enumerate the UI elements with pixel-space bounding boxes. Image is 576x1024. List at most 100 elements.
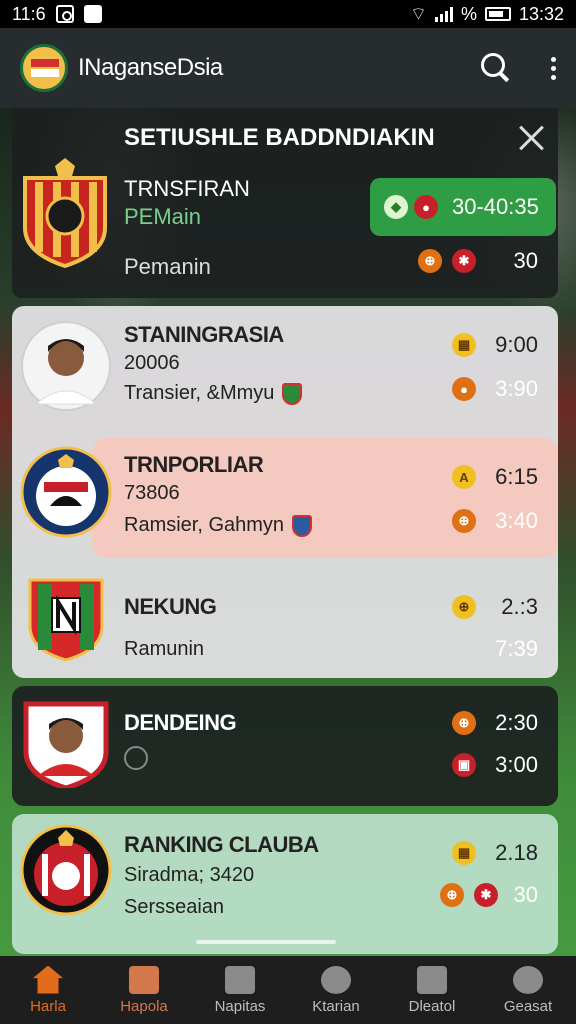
list-item-title: STANINGRASIA: [124, 322, 284, 347]
match-time-1: ⊕ 2.:3: [452, 594, 538, 620]
status-time-left: 11:6: [12, 3, 46, 24]
news-icon: [225, 965, 255, 994]
competition-icon: ⊕: [452, 595, 476, 619]
list-item[interactable]: DENDEING ⊕ 2:30 ▣ 3:00: [12, 686, 558, 806]
list-item-sub2: Transier, &Mmyu: [124, 382, 303, 405]
list-item-sub2-text: Transier, &Mmyu: [124, 382, 275, 404]
list-item-title: DENDEING: [124, 710, 237, 735]
app-bar: INaganseDsia: [0, 28, 576, 108]
team-icon: ⊕: [418, 249, 442, 273]
wifi-icon: ⌔: [410, 3, 427, 24]
nav-label: Geasat: [503, 997, 553, 1015]
status-time-right: 13:32: [518, 3, 564, 24]
featured-score-value: 30: [513, 248, 538, 273]
match-time-value: 2.:3: [501, 594, 538, 619]
list-item-title: RANKING CLAUBA: [124, 832, 319, 857]
signal-icon: [434, 6, 453, 22]
soccer-ball-icon: [513, 965, 543, 994]
more-options-icon[interactable]: [551, 56, 556, 80]
home-icon: [33, 965, 63, 994]
club-crest-icon: [23, 158, 107, 268]
nav-chat[interactable]: Dleatol: [384, 965, 480, 1015]
nav-label: Dleatol: [408, 997, 456, 1015]
club-crest-icon: [20, 446, 112, 538]
featured-line-2: PEMain: [124, 204, 202, 229]
match-time-value: 2.18: [495, 840, 538, 865]
competition-icon: ⊕: [452, 711, 476, 735]
match-time-2: ● 3:90: [452, 376, 538, 402]
match-time-2: ▣ 3:00: [452, 752, 538, 778]
live-match-pill[interactable]: ◆ ● 30-40:35: [370, 178, 556, 236]
nav-label: Ktarian: [312, 997, 360, 1015]
match-time-value: 7:39: [495, 636, 538, 661]
nav-news[interactable]: Napitas: [192, 965, 288, 1015]
match-time-value: 3:40: [495, 508, 538, 533]
match-time-2: ⊕ 3:40: [452, 508, 538, 534]
club-crest-icon: [20, 824, 112, 916]
competition-icon: ✱: [474, 883, 498, 907]
notification-icon: [55, 5, 74, 23]
club-crest-icon: [28, 578, 104, 662]
list-item[interactable]: RANKING CLAUBA Siradma; 3420 Sersseaian …: [12, 814, 558, 954]
list-item-sub: Siradma; 3420: [124, 864, 255, 886]
nav-home[interactable]: Harla: [0, 965, 96, 1015]
list-item-sub2: Sersseaian: [124, 896, 225, 918]
competition-icon: ●: [452, 377, 476, 401]
club-shield-icon: [292, 514, 313, 537]
featured-line-3: Pemanin: [124, 254, 211, 279]
matches-icon: [129, 965, 159, 994]
chat-icon: [417, 965, 447, 994]
nav-matches[interactable]: Hapola: [96, 965, 192, 1015]
nav-label: Hapola: [120, 997, 168, 1015]
competition-icon: ⊕: [452, 509, 476, 533]
list-item-sub: Ramunin: [124, 638, 205, 660]
competition-icon: A: [452, 465, 476, 489]
team-icon: ✱: [452, 249, 476, 273]
list-item-title: NEKUNG: [124, 594, 217, 619]
match-time-1: ▦ 2.18: [452, 840, 538, 866]
match-time-1: ▦ 9:00: [452, 332, 538, 358]
featured-card[interactable]: SETIUSHLE BADDNDIAKIN TRNSFIRAN PEMain P…: [12, 108, 558, 298]
team-b-icon: ●: [414, 195, 438, 219]
list-item[interactable]: STANINGRASIA 20006 Transier, &Mmyu ▦ 9:0…: [12, 306, 558, 430]
match-time-value: 3:90: [495, 376, 538, 401]
bottom-navigation: Harla Hapola Napitas Ktarian Dleatol Gea…: [0, 956, 576, 1024]
featured-title: SETIUSHLE BADDNDIAKIN: [124, 124, 435, 151]
list-item-sub2: Ramsier, Gahmyn: [124, 514, 313, 537]
nav-standings[interactable]: Ktarian: [288, 965, 384, 1015]
nav-settings[interactable]: Geasat: [480, 965, 576, 1015]
competition-icon: ▣: [452, 753, 476, 777]
list-item-title: TRNPORLIAR: [124, 452, 264, 477]
list-item-sub: 20006: [124, 352, 180, 374]
competition-icon: ⊕: [440, 883, 464, 907]
match-time-value: 9:00: [495, 332, 538, 357]
status-bar: 11:6 ⌔ % 13:32: [0, 0, 576, 28]
competition-icon: ▦: [452, 841, 476, 865]
app-logo: [20, 44, 68, 92]
checkbox-notification-icon: [83, 5, 102, 23]
battery-icon: [484, 7, 511, 21]
match-time-value: 6:15: [495, 464, 538, 489]
match-list-card: STANINGRASIA 20006 Transier, &Mmyu ▦ 9:0…: [12, 306, 558, 678]
team-a-icon: ◆: [384, 195, 408, 219]
settings-icon: [124, 746, 148, 770]
nav-label: Napitas: [214, 997, 266, 1015]
featured-line-1: TRNSFIRAN: [124, 176, 250, 201]
list-item-sub: 73806: [124, 482, 180, 504]
match-time-2: ⊕ ✱ 30: [440, 882, 538, 908]
nav-label: Harla: [30, 997, 66, 1015]
competition-icon: ▦: [452, 333, 476, 357]
club-shield-icon: [282, 382, 303, 405]
close-icon[interactable]: [518, 124, 546, 152]
list-item[interactable]: NEKUNG Ramunin ⊕ 2.:3 7:39: [12, 564, 558, 678]
scroll-indicator: [196, 940, 336, 944]
match-time-value: 30: [513, 882, 538, 907]
match-time-1: ⊕ 2:30: [452, 710, 538, 736]
list-item[interactable]: TRNPORLIAR 73806 Ramsier, Gahmyn A 6:15 …: [12, 436, 558, 560]
signal-text: %: [460, 3, 477, 24]
search-icon[interactable]: [481, 53, 511, 83]
ball-icon: [321, 965, 351, 994]
match-time-value: 2:30: [495, 710, 538, 735]
match-time-2: 7:39: [486, 636, 538, 662]
featured-score: ⊕ ✱ 30: [418, 248, 538, 274]
